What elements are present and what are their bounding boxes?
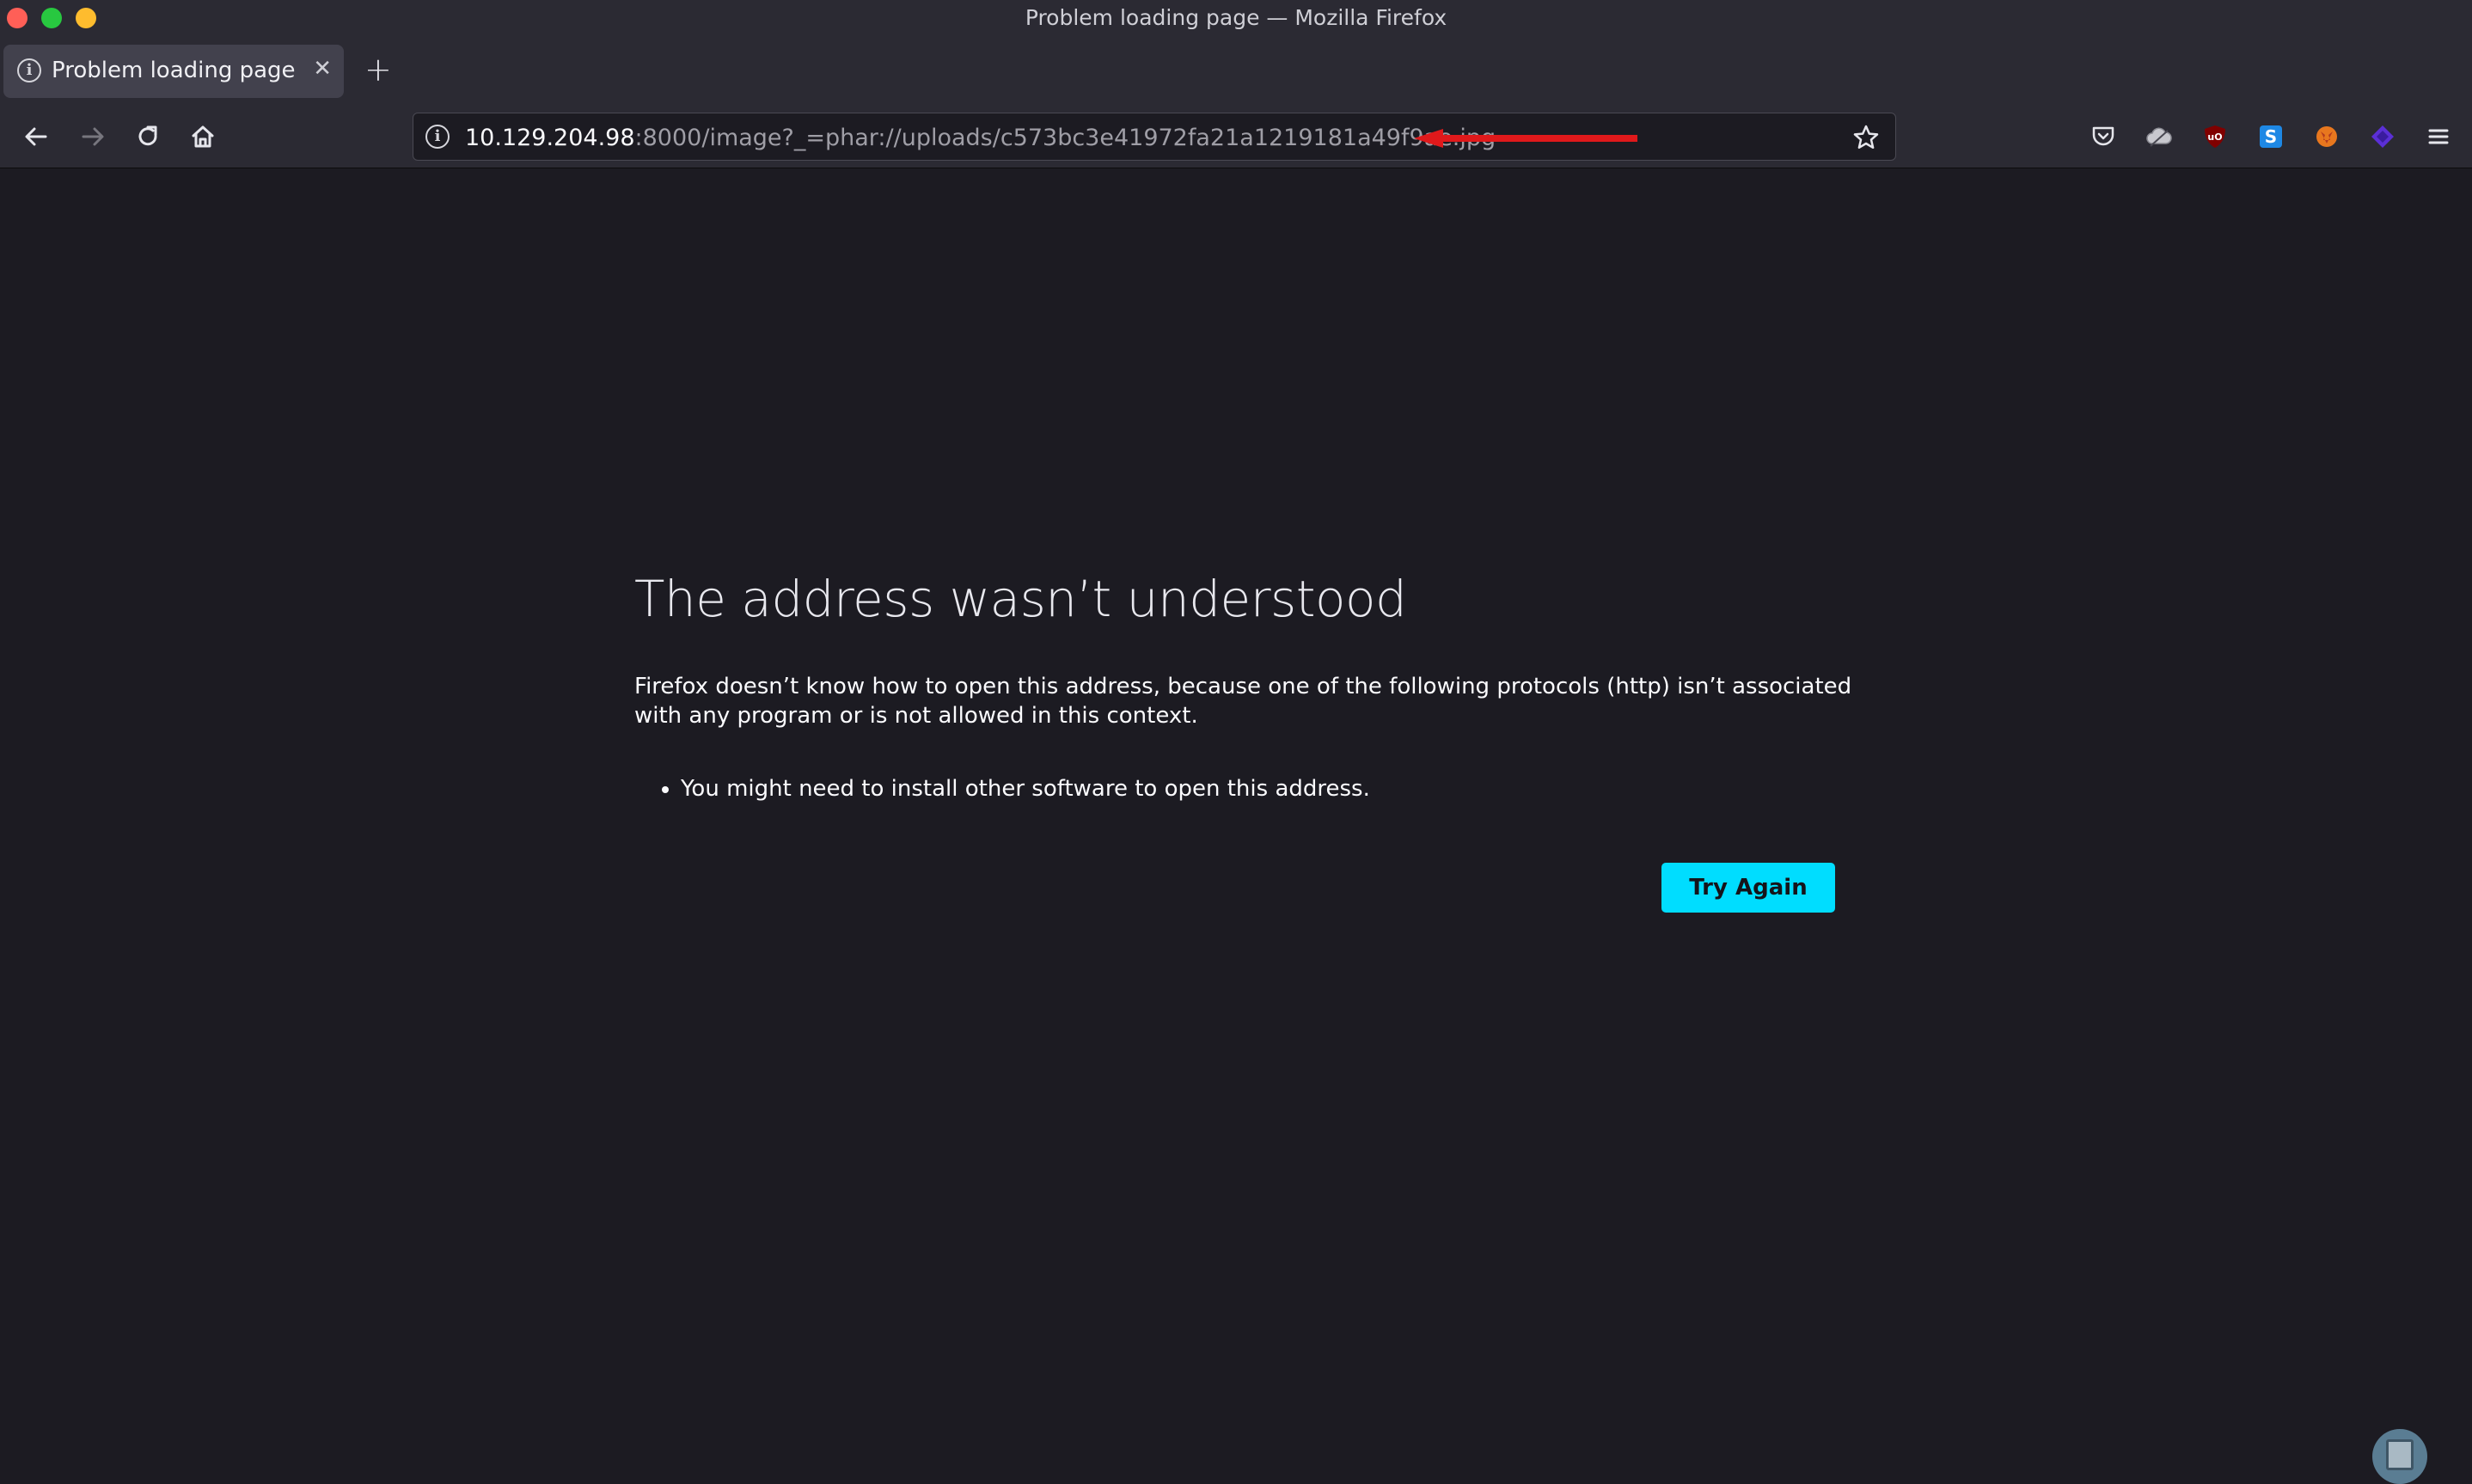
menu-icon[interactable] <box>2425 123 2452 150</box>
home-button[interactable] <box>186 119 220 154</box>
info-icon: i <box>17 58 41 82</box>
tab-title: Problem loading page <box>52 58 296 83</box>
foxyproxy-icon[interactable] <box>2313 123 2340 150</box>
url-text[interactable]: 10.129.204.98:8000/image?_=phar://upload… <box>465 125 1496 151</box>
forward-button[interactable] <box>76 119 110 154</box>
back-button[interactable] <box>19 119 53 154</box>
close-tab-icon[interactable]: ✕ <box>313 56 332 82</box>
tab-strip: i Problem loading page ✕ + <box>0 38 2472 105</box>
error-description: Firefox doesn’t know how to open this ad… <box>634 674 1852 729</box>
url-bar[interactable]: i 10.129.204.98:8000/image?_=phar://uplo… <box>413 113 1896 161</box>
svg-text:S: S <box>2265 126 2277 147</box>
star-icon[interactable] <box>1852 124 1880 151</box>
try-again-button[interactable]: Try Again <box>1661 863 1835 913</box>
cloud-icon[interactable] <box>2145 123 2173 150</box>
window-titlebar: Problem loading page — Mozilla Firefox <box>0 0 2472 38</box>
url-host: 10.129.204.98 <box>465 125 635 151</box>
new-tab-button[interactable]: + <box>364 53 392 86</box>
navigation-toolbar: i 10.129.204.98:8000/image?_=phar://uplo… <box>0 105 2472 168</box>
arrow-right-icon <box>82 127 104 146</box>
wappalyzer-icon[interactable] <box>2369 123 2396 150</box>
error-title: The address wasn’t understood <box>634 570 1407 628</box>
page-content: The address wasn’t understood Firefox do… <box>0 169 2472 1484</box>
red-arrow-annotation-icon <box>1414 129 1637 148</box>
reload-button[interactable] <box>131 119 165 154</box>
reload-icon <box>138 125 157 146</box>
arrow-left-icon <box>25 127 47 146</box>
site-info-icon[interactable]: i <box>425 125 450 149</box>
url-path: :8000/image?_=phar://uploads/c573bc3e419… <box>634 125 1496 151</box>
pocket-icon[interactable] <box>2090 123 2117 150</box>
list-item: You might need to install other software… <box>681 776 1370 802</box>
svg-text:uO: uO <box>2207 131 2222 143</box>
clipboard-icon-body <box>2386 1439 2414 1470</box>
error-suggestions: You might need to install other software… <box>658 776 1370 802</box>
window-title: Problem loading page — Mozilla Firefox <box>1025 5 1447 30</box>
ublock-origin-icon[interactable]: uO <box>2201 123 2229 150</box>
s-extension-icon[interactable]: S <box>2257 123 2285 150</box>
home-icon <box>192 125 214 148</box>
tab-problem-loading-page[interactable]: i Problem loading page ✕ <box>3 45 344 98</box>
clipboard-icon[interactable] <box>2372 1429 2427 1484</box>
